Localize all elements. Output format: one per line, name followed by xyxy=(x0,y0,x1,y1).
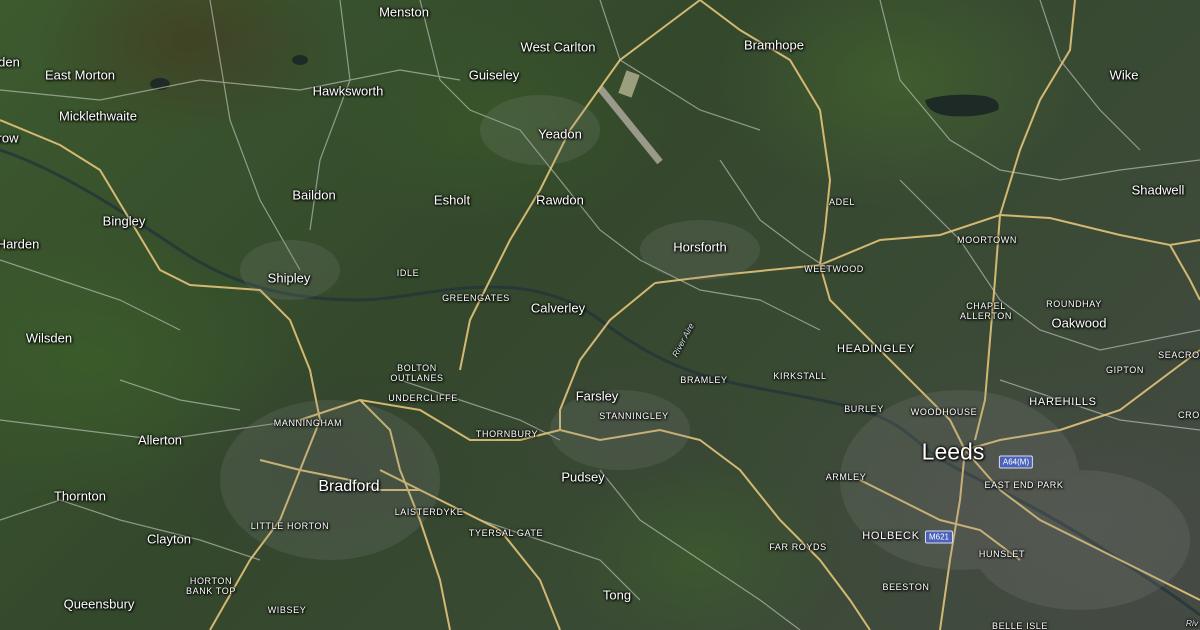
place-label-wibsey: WIBSEY xyxy=(267,605,307,615)
place-label-calverley: Calverley xyxy=(530,300,586,316)
place-label-tong: Tong xyxy=(602,587,632,603)
place-label-shadwell: Shadwell xyxy=(1131,182,1185,198)
place-label-burley: BURLEY xyxy=(844,404,884,414)
place-label-chapel-allerton: CHAPEL ALLERTON xyxy=(960,301,1012,321)
place-label-horsforth: Horsforth xyxy=(673,239,727,255)
place-label-belle-isle: BELLE ISLE xyxy=(991,621,1049,630)
place-label-armley: ARMLEY xyxy=(825,472,867,482)
place-label-horton-bank-top: HORTON BANK TOP xyxy=(186,576,236,596)
place-label-idle: IDLE xyxy=(396,268,420,278)
place-label-micklethwaite: Micklethwaite xyxy=(58,108,138,124)
place-label-bradford: Bradford xyxy=(318,478,380,495)
place-label-crow: row xyxy=(0,130,19,146)
place-label-west-carlton: West Carlton xyxy=(520,39,596,55)
place-label-clayton: Clayton xyxy=(146,531,192,547)
place-label-bramley: BRAMLEY xyxy=(680,375,728,385)
place-label-undercliffe: UNDERCLIFFE xyxy=(388,393,458,403)
urban-areas xyxy=(220,95,1190,610)
place-label-roundhay: ROUNDHAY xyxy=(1046,299,1102,309)
place-label-stanningley: STANNINGLEY xyxy=(599,411,669,421)
road-shield-a64m: A64(M) xyxy=(998,455,1034,469)
place-label-wilsden: Wilsden xyxy=(25,330,73,346)
place-label-farsley: Farsley xyxy=(575,388,619,404)
place-label-bolton-outlanes: BOLTON OUTLANES xyxy=(390,363,444,383)
place-label-allerton: Allerton xyxy=(137,432,183,448)
place-label-headingley: HEADINGLEY xyxy=(837,343,915,355)
satellite-map[interactable]: Menston West Carlton Bramhope East Morton Gu… xyxy=(0,0,1200,630)
place-label-seacroft: SEACROF xyxy=(1158,350,1200,360)
place-label-manningham: MANNINGHAM xyxy=(273,418,343,428)
place-label-laisterdyke: LAISTERDYKE xyxy=(394,507,464,517)
road-shield-m621: M621 xyxy=(924,530,954,544)
place-label-gipton: GIPTON xyxy=(1106,365,1144,375)
place-label-queensbury: Queensbury xyxy=(63,596,135,612)
place-label-weetwood: WEETWOOD xyxy=(804,264,864,274)
place-label-yeadon: Yeadon xyxy=(538,126,582,142)
place-label-leeds: Leeds xyxy=(921,438,985,465)
place-label-esholt: Esholt xyxy=(433,192,471,208)
place-label-moortown: MOORTOWN xyxy=(957,235,1017,245)
place-label-holbeck: HOLBECK xyxy=(862,530,920,542)
place-label-guiseley: Guiseley xyxy=(468,67,520,83)
place-label-east-morton: East Morton xyxy=(44,67,116,83)
pond xyxy=(292,55,308,65)
place-label-little-horton: LITTLE HORTON xyxy=(250,521,330,531)
place-label-hawksworth: Hawksworth xyxy=(312,83,384,99)
place-label-east-end-park: EAST END PARK xyxy=(984,480,1064,490)
place-label-greengates: GREENGATES xyxy=(442,293,510,303)
place-label-far-royds: FAR ROYDS xyxy=(769,542,827,552)
place-label-thornton: Thornton xyxy=(53,488,107,504)
place-label-harehills: HAREHILLS xyxy=(1029,396,1097,408)
place-label-croft: CROF xyxy=(1178,410,1200,420)
place-label-thornbury: THORNBURY xyxy=(475,429,539,439)
airport-runway xyxy=(597,85,663,165)
place-label-beeston: BEESTON xyxy=(882,582,930,592)
place-label-rawdon: Rawdon xyxy=(536,192,584,208)
place-label-kirkstall: KIRKSTALL xyxy=(773,371,827,381)
place-label-woodhouse: WOODHOUSE xyxy=(910,407,978,417)
place-label-wike: Wike xyxy=(1109,67,1139,83)
place-label-pudsey: Pudsey xyxy=(561,469,605,485)
place-label-harden: Harden xyxy=(0,236,40,252)
place-label-shipley: Shipley xyxy=(267,270,311,286)
place-label-bingley: Bingley xyxy=(102,213,146,229)
place-label-adel: ADEL xyxy=(829,197,855,207)
airport-terminal xyxy=(618,70,640,98)
place-label-tyersal-gate: TYERSAL GATE xyxy=(468,528,544,538)
place-label-den: den xyxy=(0,54,20,70)
place-label-baildon: Baildon xyxy=(292,187,336,203)
place-label-river-label: Riv xyxy=(1185,618,1199,628)
reservoir xyxy=(925,94,999,117)
place-label-menston: Menston xyxy=(379,4,429,20)
place-label-hunslet: HUNSLET xyxy=(978,549,1026,559)
place-label-bramhope: Bramhope xyxy=(744,37,804,53)
place-label-oakwood: Oakwood xyxy=(1051,315,1107,331)
